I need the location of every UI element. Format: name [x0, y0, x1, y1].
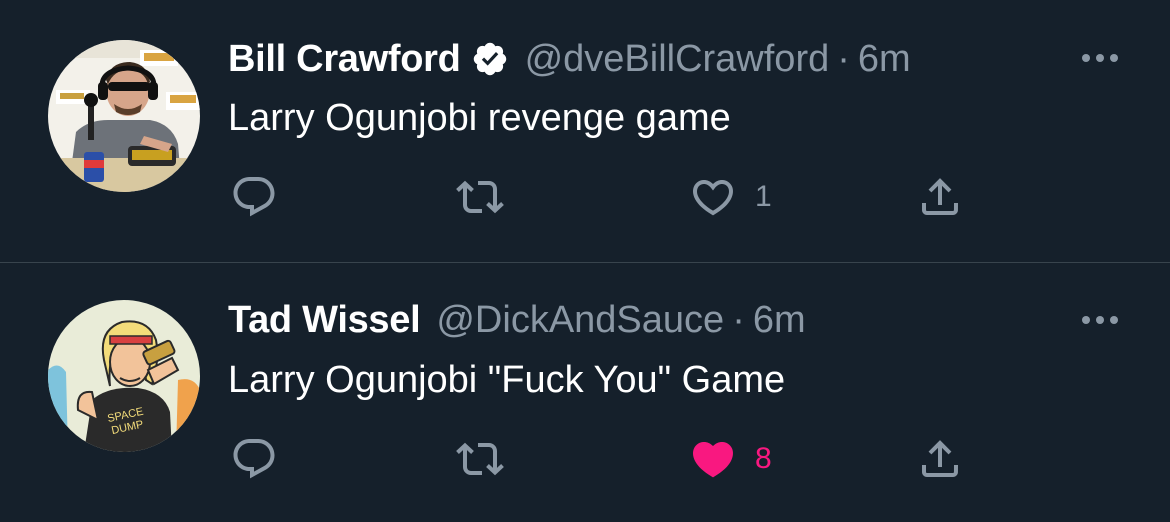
handle[interactable]: @DickAndSauce [436, 299, 724, 342]
reply-icon [233, 439, 275, 479]
share-icon [922, 178, 958, 215]
tweet-actions: 8 [228, 434, 988, 484]
tweet-header: Bill Crawford @dveBillCrawford · 6m [228, 35, 911, 83]
share-button[interactable] [916, 434, 964, 484]
share-button[interactable] [916, 172, 964, 222]
like-button[interactable]: 1 [689, 172, 772, 222]
like-count: 8 [755, 442, 772, 475]
handle[interactable]: @dveBillCrawford [525, 38, 830, 81]
reply-button[interactable] [230, 434, 296, 484]
heart-filled-icon [692, 442, 734, 478]
verified-badge-icon [471, 40, 509, 78]
tweet-header: Tad Wissel @DickAndSauce · 6m [228, 296, 806, 344]
timeline: Bill Crawford @dveBillCrawford · 6m Larr… [0, 0, 1170, 522]
retweet-button[interactable] [456, 172, 522, 222]
avatar-illustration: SPACE DUMP [48, 300, 200, 452]
reply-icon [233, 177, 275, 217]
retweet-icon [456, 442, 504, 476]
more-icon[interactable] [1080, 38, 1120, 78]
share-icon [922, 440, 958, 477]
separator-dot: · [732, 298, 745, 341]
tweet[interactable]: Bill Crawford @dveBillCrawford · 6m Larr… [0, 0, 1170, 262]
tweet-text: Larry Ogunjobi revenge game [228, 97, 731, 139]
separator-dot: · [837, 37, 850, 80]
more-icon[interactable] [1080, 300, 1120, 340]
display-name[interactable]: Bill Crawford [228, 38, 461, 81]
retweet-icon [456, 180, 504, 214]
tweet-actions: 1 [228, 172, 988, 222]
tweet-text: Larry Ogunjobi "Fuck You" Game [228, 359, 786, 401]
avatar[interactable] [48, 40, 200, 192]
avatar[interactable]: SPACE DUMP [48, 300, 200, 452]
like-count: 1 [755, 180, 772, 213]
reply-button[interactable] [230, 172, 296, 222]
heart-outline-icon [692, 180, 734, 216]
display-name[interactable]: Tad Wissel [228, 299, 421, 342]
retweet-button[interactable] [456, 434, 522, 484]
timestamp[interactable]: 6m [858, 38, 911, 81]
tweet[interactable]: SPACE DUMP Tad Wissel @DickAndSauce · 6m… [0, 263, 1170, 522]
avatar-photo [48, 40, 200, 192]
like-button[interactable]: 8 [689, 434, 772, 484]
timestamp[interactable]: 6m [753, 299, 806, 342]
